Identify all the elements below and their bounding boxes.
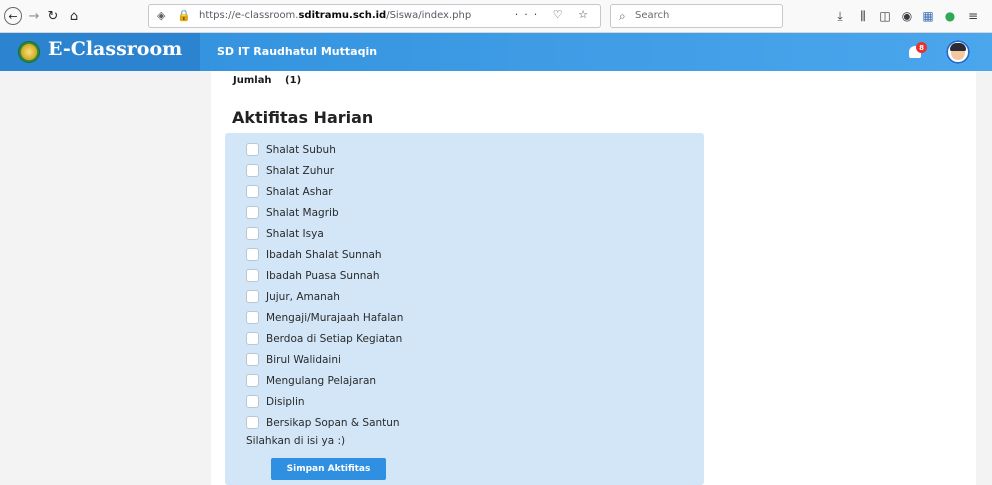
activity-checkbox[interactable] [246,227,259,240]
activity-list: Shalat Subuh Shalat Zuhur Shalat Ashar S… [246,139,403,433]
url-path: /Siswa/index.php [386,10,472,21]
jumlah-row: Jumlah (1) [233,75,301,86]
activity-checkbox[interactable] [246,374,259,387]
search-placeholder: Search [635,10,670,21]
activity-checkbox[interactable] [246,395,259,408]
activity-label: Shalat Magrib [266,206,339,219]
hint-text: Silahkan di isi ya :) [246,435,346,447]
activity-label: Birul Walidaini [266,353,341,366]
activity-item[interactable]: Berdoa di Setiap Kegiatan [246,328,403,349]
activity-label: Mengulang Pelajaran [266,374,377,387]
avatar[interactable] [946,40,970,64]
page-actions-icon[interactable]: ··· ♡ ☆ [515,8,594,21]
activity-item[interactable]: Shalat Isya [246,223,403,244]
activity-item[interactable]: Shalat Ashar [246,181,403,202]
url-bar[interactable]: ◈ 🔒 https://e-classroom.sditramu.sch.id/… [148,4,601,28]
url-text[interactable]: https://e-classroom.sditramu.sch.id/Sisw… [199,10,471,21]
activity-checkbox[interactable] [246,332,259,345]
notification-badge: 8 [916,42,927,53]
activity-item[interactable]: Mengaji/Murajaah Hafalan [246,307,403,328]
activity-checkbox[interactable] [246,143,259,156]
activity-checkbox[interactable] [246,416,259,429]
url-prefix: https://e-classroom. [199,10,299,21]
menu-icon[interactable]: ≡ [966,8,980,24]
section-title: Aktifitas Harian [232,108,374,127]
extension-icon[interactable]: ▦ [921,8,935,24]
forward-icon[interactable]: → [27,7,41,25]
activity-checkbox[interactable] [246,353,259,366]
activity-label: Jujur, Amanah [266,290,340,303]
reload-icon[interactable]: ↻ [46,7,60,25]
search-bar[interactable]: ⌕ Search [610,4,783,28]
activity-label: Bersikap Sopan & Santun [266,416,400,429]
shield-icon[interactable]: ◈ [157,9,165,22]
jumlah-value: (1) [285,75,302,86]
avatar-ring [946,40,970,64]
home-icon[interactable]: ⌂ [66,7,82,25]
account-icon[interactable]: ◉ [900,8,914,24]
activity-item[interactable]: Ibadah Puasa Sunnah [246,265,403,286]
activity-item[interactable]: Shalat Magrib [246,202,403,223]
activity-item[interactable]: Shalat Subuh [246,139,403,160]
activity-item[interactable]: Shalat Zuhur [246,160,403,181]
activity-checkbox[interactable] [246,311,259,324]
notification-bell-icon[interactable]: 8 [907,42,927,62]
activity-label: Ibadah Shalat Sunnah [266,248,382,261]
search-icon: ⌕ [619,9,626,23]
activity-item[interactable]: Bersikap Sopan & Santun [246,412,403,433]
brand[interactable]: E-Classroom [0,33,200,71]
activity-label: Ibadah Puasa Sunnah [266,269,380,282]
browser-toolbar: ← → ↻ ⌂ ◈ 🔒 https://e-classroom.sditramu… [0,0,992,33]
activity-label: Disiplin [266,395,305,408]
activity-item[interactable]: Birul Walidaini [246,349,403,370]
brand-name: E-Classroom [48,38,183,60]
sidebar-icon[interactable]: ◫ [878,8,892,24]
activity-checkbox[interactable] [246,248,259,261]
back-icon[interactable]: ← [4,7,22,25]
activity-checkbox[interactable] [246,269,259,282]
school-name: SD IT Raudhatul Muttaqin [217,45,378,58]
activity-checkbox[interactable] [246,164,259,177]
activity-checkbox[interactable] [246,206,259,219]
library-icon[interactable]: ⫼ [856,8,870,24]
activity-label: Mengaji/Murajaah Hafalan [266,311,404,324]
activity-item[interactable]: Ibadah Shalat Sunnah [246,244,403,265]
school-logo-icon [18,41,40,63]
grammarly-icon[interactable]: ● [943,8,957,24]
activity-checkbox[interactable] [246,185,259,198]
activity-item[interactable]: Mengulang Pelajaran [246,370,403,391]
activity-item[interactable]: Jujur, Amanah [246,286,403,307]
activity-label: Shalat Zuhur [266,164,335,177]
activity-label: Berdoa di Setiap Kegiatan [266,332,403,345]
jumlah-label: Jumlah [233,75,272,86]
activity-checkbox[interactable] [246,290,259,303]
activity-label: Shalat Subuh [266,143,336,156]
url-domain: sditramu.sch.id [298,10,387,21]
download-icon[interactable]: ⤓ [833,8,847,24]
lock-icon[interactable]: 🔒 [177,9,191,22]
activity-label: Shalat Isya [266,227,324,240]
activity-item[interactable]: Disiplin [246,391,403,412]
app-header: E-Classroom SD IT Raudhatul Muttaqin 8 [0,33,992,71]
activity-label: Shalat Ashar [266,185,333,198]
save-activity-button[interactable]: Simpan Aktifitas [271,458,386,480]
